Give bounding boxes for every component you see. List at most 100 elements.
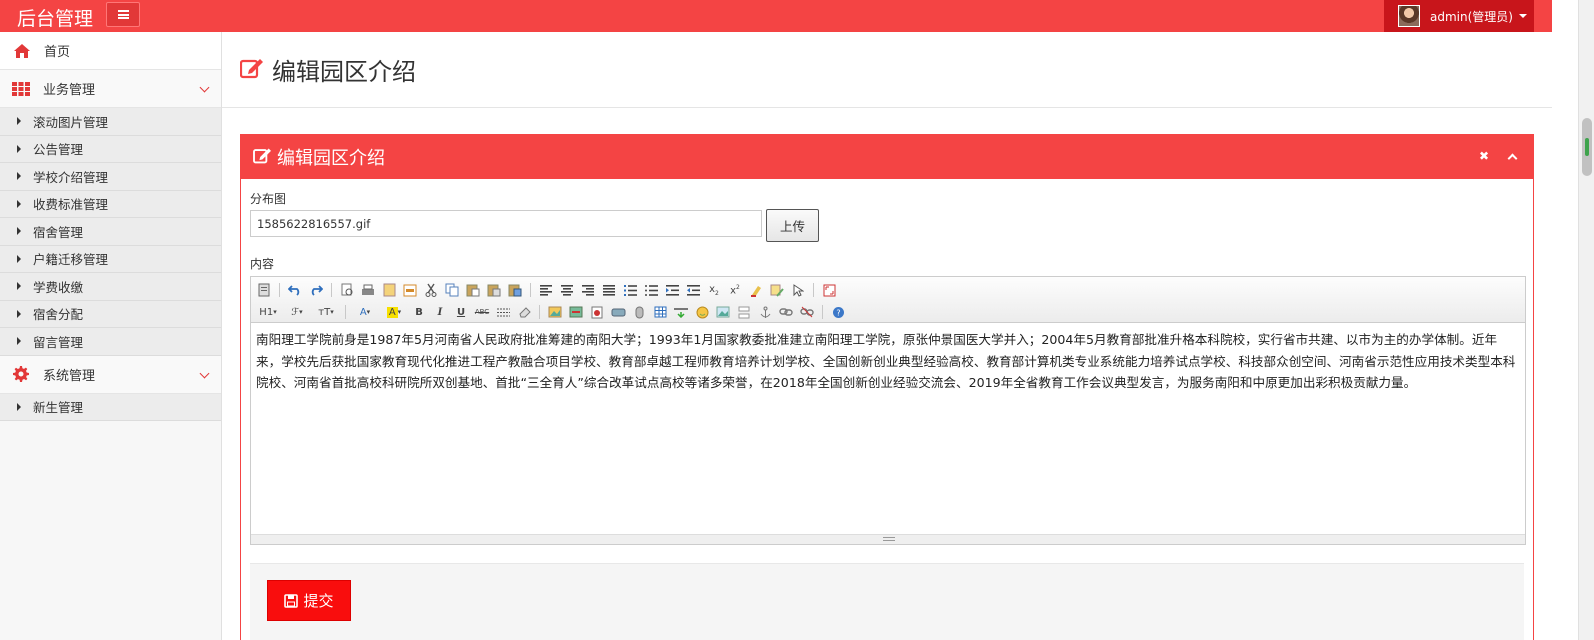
upload-button[interactable]: 上传 xyxy=(766,209,819,242)
toolbar-separator xyxy=(530,283,531,297)
font-color-dropdown[interactable]: A ▾ xyxy=(352,304,378,320)
source-icon[interactable] xyxy=(255,282,273,298)
insert-flash-icon[interactable] xyxy=(588,304,606,320)
paste-plain-icon[interactable] xyxy=(485,282,503,298)
help-icon[interactable]: ? xyxy=(829,304,847,320)
copy-icon[interactable] xyxy=(443,282,461,298)
page-header: 编辑园区介绍 xyxy=(222,32,1552,108)
submit-button[interactable]: 提交 xyxy=(267,580,351,621)
clear-format-icon[interactable] xyxy=(747,282,765,298)
caret-right-icon xyxy=(17,282,21,291)
editor-content-area[interactable]: 南阳理工学院前身是1987年5月河南省人民政府批准筹建的南阳大学；1993年1月… xyxy=(251,323,1525,535)
user-menu[interactable]: admin(管理员) xyxy=(1384,0,1534,32)
sidebar-item-label: 公告管理 xyxy=(33,142,84,158)
sidebar-item-fee-standard[interactable]: 收费标准管理 xyxy=(0,190,221,218)
sidebar-toggle-button[interactable] xyxy=(106,2,140,27)
sidebar-group-system[interactable]: 系统管理 xyxy=(0,355,221,394)
paste-icon[interactable] xyxy=(464,282,482,298)
panel-title: 编辑园区介绍 xyxy=(277,148,385,169)
paste-word-icon[interactable] xyxy=(506,282,524,298)
background-color-dropdown[interactable]: A ▾ xyxy=(381,304,407,320)
template-icon[interactable] xyxy=(380,282,398,298)
editor-toolbar: x2 x2 H1 ▾ ℱ ▾ тT ▾ A ▾ A ▾ B I U ABC ? xyxy=(251,277,1525,323)
unlink-icon[interactable] xyxy=(798,304,816,320)
redo-icon[interactable] xyxy=(307,282,325,298)
toolbar-separator xyxy=(331,283,332,297)
fullscreen-icon[interactable] xyxy=(820,282,838,298)
sidebar-item-notice[interactable]: 公告管理 xyxy=(0,135,221,163)
italic-button[interactable]: I xyxy=(431,304,449,320)
sidebar-item-household-transfer[interactable]: 户籍迁移管理 xyxy=(0,245,221,273)
sidebar-item-freshman[interactable]: 新生管理 xyxy=(0,393,221,421)
insert-table-icon[interactable] xyxy=(651,304,669,320)
caret-right-icon xyxy=(17,254,21,263)
print-icon[interactable] xyxy=(359,282,377,298)
unordered-list-icon[interactable] xyxy=(642,282,660,298)
insert-multi-image-icon[interactable] xyxy=(567,304,585,320)
collapse-icon[interactable] xyxy=(1507,149,1517,163)
insert-hr-icon[interactable] xyxy=(672,304,690,320)
caret-right-icon xyxy=(17,172,21,181)
insert-media-icon[interactable] xyxy=(609,304,627,320)
sidebar-item-dorm-assignment[interactable]: 宿舍分配 xyxy=(0,300,221,328)
ordered-list-icon[interactable] xyxy=(621,282,639,298)
scrollbar-thumb[interactable] xyxy=(1582,118,1592,176)
toolbar-separator xyxy=(822,305,823,319)
gear-icon xyxy=(11,366,31,382)
sidebar-item-dormitory[interactable]: 宿舍管理 xyxy=(0,218,221,246)
sidebar-item-school-intro[interactable]: 学校介绍管理 xyxy=(0,163,221,191)
select-all-icon[interactable] xyxy=(789,282,807,298)
bold-button[interactable]: B xyxy=(410,304,428,320)
sidebar-item-slider[interactable]: 滚动图片管理 xyxy=(0,108,221,136)
preview-icon[interactable] xyxy=(338,282,356,298)
sidebar-item-messages[interactable]: 留言管理 xyxy=(0,328,221,356)
cut-icon[interactable] xyxy=(422,282,440,298)
toolbar-separator xyxy=(345,305,346,319)
resize-grip-icon xyxy=(883,537,895,541)
page-scrollbar[interactable] xyxy=(1578,0,1594,640)
editor-resize-bar[interactable] xyxy=(251,534,1525,544)
brand-title[interactable]: 后台管理 xyxy=(17,4,93,31)
strikethrough-button[interactable]: ABC xyxy=(473,304,491,320)
panel-actions: ✖ xyxy=(1479,149,1517,163)
superscript-icon[interactable]: x2 xyxy=(726,282,744,298)
sidebar-item-home[interactable]: 首页 xyxy=(0,32,221,70)
subscript-icon[interactable]: x2 xyxy=(705,282,723,298)
horizontal-rule-icon[interactable] xyxy=(494,304,512,320)
anchor-icon[interactable] xyxy=(756,304,774,320)
indent-icon[interactable] xyxy=(663,282,681,298)
toolbar-row: H1 ▾ ℱ ▾ тT ▾ A ▾ A ▾ B I U ABC ? xyxy=(255,302,1521,322)
sidebar-item-label: 学费收缴 xyxy=(33,279,84,295)
format-brush-icon[interactable] xyxy=(768,282,786,298)
code-icon[interactable] xyxy=(401,282,419,298)
distribution-file-input[interactable] xyxy=(250,210,762,237)
sidebar-item-tuition[interactable]: 学费收缴 xyxy=(0,273,221,301)
align-center-icon[interactable] xyxy=(558,282,576,298)
heading-dropdown[interactable]: H1 ▾ xyxy=(255,304,281,320)
image-gallery-icon[interactable] xyxy=(714,304,732,320)
underline-button[interactable]: U xyxy=(452,304,470,320)
font-family-dropdown[interactable]: ℱ ▾ xyxy=(284,304,310,320)
italic-label: I xyxy=(437,306,443,318)
size-label: тT xyxy=(318,306,331,318)
eraser-icon[interactable] xyxy=(515,304,533,320)
link-icon[interactable] xyxy=(777,304,795,320)
sidebar-group-label: 业务管理 xyxy=(43,83,96,98)
save-icon xyxy=(284,593,299,608)
insert-image-icon[interactable] xyxy=(546,304,564,320)
sidebar-group-business[interactable]: 业务管理 xyxy=(0,70,221,108)
align-left-icon[interactable] xyxy=(537,282,555,298)
close-icon[interactable]: ✖ xyxy=(1479,149,1489,163)
grid-icon xyxy=(11,81,31,96)
align-justify-icon[interactable] xyxy=(600,282,618,298)
user-name: admin(管理员) xyxy=(1430,9,1513,24)
align-right-icon[interactable] xyxy=(579,282,597,298)
emoticon-icon[interactable] xyxy=(693,304,711,320)
caret-right-icon xyxy=(17,402,21,411)
outdent-icon[interactable] xyxy=(684,282,702,298)
page-break-icon[interactable] xyxy=(735,304,753,320)
caret-right-icon xyxy=(17,144,21,153)
font-size-dropdown[interactable]: тT ▾ xyxy=(313,304,339,320)
attachment-icon[interactable] xyxy=(630,304,648,320)
undo-icon[interactable] xyxy=(286,282,304,298)
